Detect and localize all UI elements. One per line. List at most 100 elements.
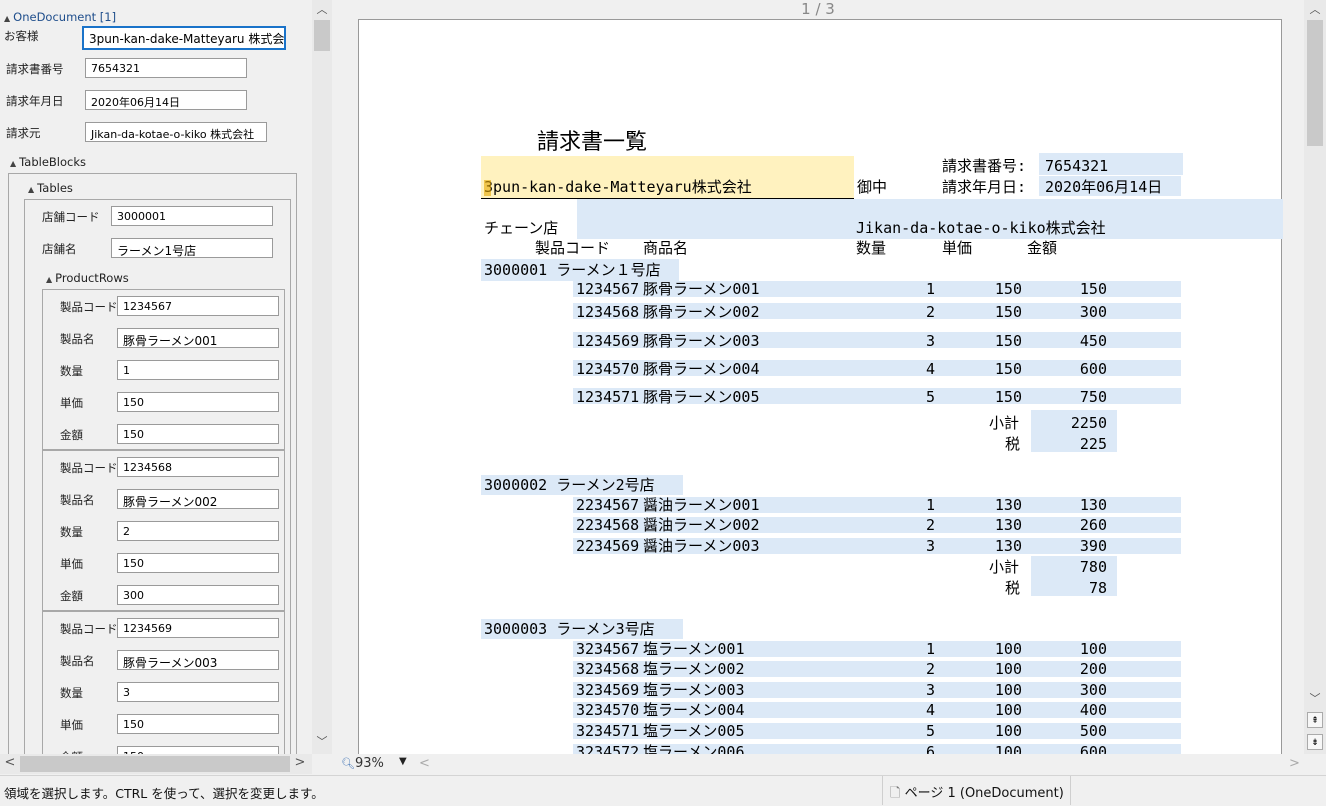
chain-label: チェーン店 [484,219,559,237]
row-qty: 6 [925,743,935,754]
row-price: 130 [994,537,1022,555]
zoom-dropdown-icon[interactable]: ▼ [399,756,407,767]
price-field[interactable]: 150 [117,553,279,573]
left-horizontal-scrollbar[interactable]: < > [0,754,312,774]
row-amount: 600 [1079,360,1107,378]
row-name: 塩ラーメン004 [643,701,745,719]
tableblocks-node[interactable]: ▲ TableBlocks [10,155,86,169]
zoom-control[interactable]: 🔍︎93% [341,756,384,771]
store-name-label: 店舗名 [42,242,77,256]
subtotal-value: 780 [1079,558,1107,576]
scroll-thumb[interactable] [314,20,330,51]
next-page-icon[interactable]: ⇟ [1307,734,1323,750]
row-price: 150 [994,303,1022,321]
scroll-left-icon[interactable]: < [419,756,430,771]
scroll-thumb[interactable] [20,756,290,772]
amount-field[interactable]: 150 [117,746,279,754]
status-page-info: 🗋︎ ページ 1 (OneDocument) [890,782,1064,806]
amount-field[interactable]: 300 [117,585,279,605]
scroll-right-icon[interactable]: > [1289,756,1300,771]
scroll-up-icon[interactable]: ︿ [1309,4,1321,16]
row-price: 100 [994,681,1022,699]
onchu-label: 御中 [857,178,888,196]
scroll-down-icon[interactable]: ﹀ [316,736,328,748]
qty-field[interactable]: 3 [117,682,279,702]
row-price: 100 [994,660,1022,678]
price-field[interactable]: 150 [117,714,279,734]
collapse-icon[interactable]: ▲ [4,14,10,23]
status-page-label: ページ 1 (OneDocument) [904,786,1064,801]
collapse-icon[interactable]: ▲ [10,159,16,168]
row-amount: 100 [1079,640,1107,658]
col-price-header: 単価 [942,239,973,257]
invoice-date-value: 2020年06月14日 [1045,178,1163,196]
invoice-no-field[interactable]: 7654321 [85,58,247,78]
text-cursor [484,180,491,196]
left-vertical-scrollbar[interactable]: ︿ ﹀ [312,0,332,754]
product-code-field[interactable]: 1234569 [117,618,279,638]
issuer-label: 請求元 [6,126,41,140]
scroll-down-icon[interactable]: ﹀ [1309,693,1321,705]
row-code: 1234570 [576,360,640,378]
row-price: 130 [994,516,1022,534]
row-name: 塩ラーメン001 [643,640,745,658]
doc-vertical-scrollbar[interactable]: ︿ ﹀ ⇞ ⇟ [1304,0,1326,754]
customer-field[interactable]: 3pun-kan-dake-Matteyaru 株式会社 [82,26,286,50]
qty-field[interactable]: 2 [117,521,279,541]
tables-node[interactable]: ▲ Tables [28,181,73,195]
issuer-field[interactable]: Jikan-da-kotae-o-kiko 株式会社 [85,122,267,142]
row-qty: 3 [925,681,935,699]
row-amount: 450 [1079,332,1107,350]
row-name: 豚骨ラーメン002 [643,303,760,321]
row-code: 3234567 [576,640,640,658]
product-code-field[interactable]: 1234568 [117,457,279,477]
tax-value: 78 [1088,579,1107,597]
row-name: 豚骨ラーメン004 [643,360,760,378]
row-qty: 2 [925,303,935,321]
scroll-left-icon[interactable]: < [4,756,16,769]
store-header: 3000003 ラーメン3号店 [484,620,655,638]
scroll-right-icon[interactable]: > [294,756,306,769]
tax-label: 税 [1005,435,1021,453]
product-name-field[interactable]: 豚骨ラーメン001 [117,328,279,348]
row-qty: 3 [925,537,935,555]
prev-page-icon[interactable]: ⇞ [1307,712,1323,728]
row-amount: 300 [1079,681,1107,699]
row-name: 塩ラーメン002 [643,660,745,678]
product-code-field[interactable]: 1234567 [117,296,279,316]
row-code: 2234569 [576,537,640,555]
row-qty: 5 [925,388,935,406]
amount-field[interactable]: 150 [117,424,279,444]
row-amount: 750 [1079,388,1107,406]
row-price: 130 [994,496,1022,514]
row-amount: 500 [1079,722,1107,740]
collapse-icon[interactable]: ▲ [46,275,52,284]
productrows-node[interactable]: ▲ ProductRows [46,271,129,285]
product-code-label: 製品コード [60,461,118,475]
row-price: 100 [994,722,1022,740]
store-code-label: 店舗コード [42,210,100,224]
tableblocks-label: TableBlocks [19,155,86,169]
row-name: 塩ラーメン006 [643,743,745,754]
document-preview[interactable]: 1 / 3 請求書一覧 3pun-kan-dake-Matteyaru株式会社 … [333,0,1304,754]
invoice-date-field[interactable]: 2020年06月14日 [85,90,247,110]
row-qty: 4 [925,701,935,719]
scroll-thumb[interactable] [1307,20,1323,146]
store-name-field[interactable]: ラーメン1号店 [111,238,273,258]
price-label: 単価 [60,396,83,410]
price-field[interactable]: 150 [117,392,279,412]
col-amount-header: 金額 [1027,239,1058,257]
qty-field[interactable]: 1 [117,360,279,380]
row-qty: 4 [925,360,935,378]
store-code-field[interactable]: 3000001 [111,206,273,226]
row-name: 塩ラーメン005 [643,722,745,740]
product-name-field[interactable]: 豚骨ラーメン003 [117,650,279,670]
tree-root[interactable]: ▲ OneDocument [1] [4,10,116,24]
collapse-icon[interactable]: ▲ [28,185,34,194]
productrows-label: ProductRows [55,271,129,285]
customer-name: 3pun-kan-dake-Matteyaru株式会社 [484,178,752,196]
scroll-up-icon[interactable]: ︿ [316,4,328,16]
product-name-field[interactable]: 豚骨ラーメン002 [117,489,279,509]
row-code: 3234569 [576,681,640,699]
magnifier-icon: 🔍︎ [341,757,355,770]
